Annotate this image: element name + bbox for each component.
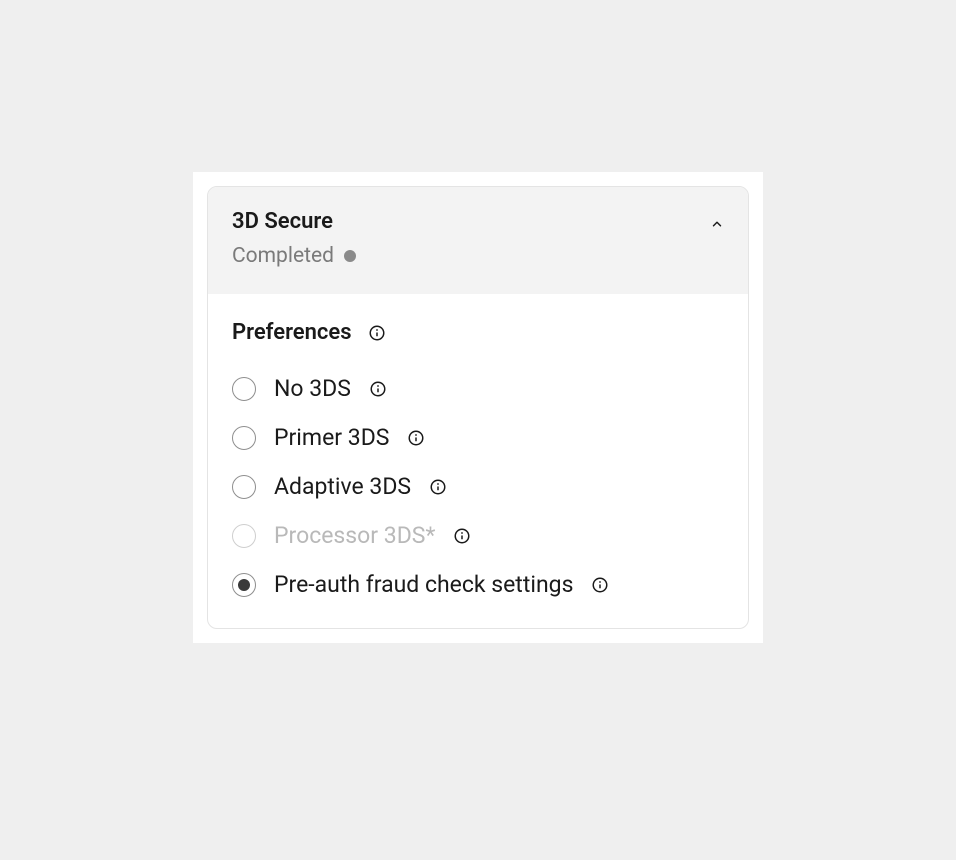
three-d-secure-card: 3D Secure Completed Preferences No 3DS [207, 186, 749, 629]
panel-container: 3D Secure Completed Preferences No 3DS [193, 172, 763, 643]
info-icon[interactable] [407, 429, 425, 447]
radio-preauth-fraud[interactable] [232, 573, 256, 597]
radio-primer-3ds[interactable] [232, 426, 256, 450]
info-icon[interactable] [453, 527, 471, 545]
option-no-3ds: No 3DS [232, 375, 724, 402]
card-body: Preferences No 3DS Primer 3DS [208, 294, 748, 628]
option-preauth-fraud: Pre-auth fraud check settings [232, 571, 724, 598]
info-icon[interactable] [429, 478, 447, 496]
status-dot-icon [344, 250, 356, 262]
option-adaptive-3ds: Adaptive 3DS [232, 473, 724, 500]
preferences-heading: Preferences [232, 320, 352, 345]
option-label: Pre-auth fraud check settings [274, 571, 573, 598]
info-icon[interactable] [368, 324, 386, 342]
status-row: Completed [232, 244, 724, 268]
preferences-heading-row: Preferences [232, 320, 724, 345]
option-label: No 3DS [274, 375, 351, 402]
chevron-up-icon[interactable] [710, 217, 724, 231]
card-header[interactable]: 3D Secure Completed [208, 187, 748, 294]
option-label: Adaptive 3DS [274, 473, 411, 500]
option-label: Processor 3DS* [274, 522, 435, 549]
info-icon[interactable] [369, 380, 387, 398]
option-primer-3ds: Primer 3DS [232, 424, 724, 451]
option-processor-3ds: Processor 3DS* [232, 522, 724, 549]
card-title: 3D Secure [232, 209, 724, 234]
option-label: Primer 3DS [274, 424, 389, 451]
info-icon[interactable] [591, 576, 609, 594]
radio-adaptive-3ds[interactable] [232, 475, 256, 499]
status-text: Completed [232, 244, 334, 268]
radio-no-3ds[interactable] [232, 377, 256, 401]
radio-processor-3ds [232, 524, 256, 548]
